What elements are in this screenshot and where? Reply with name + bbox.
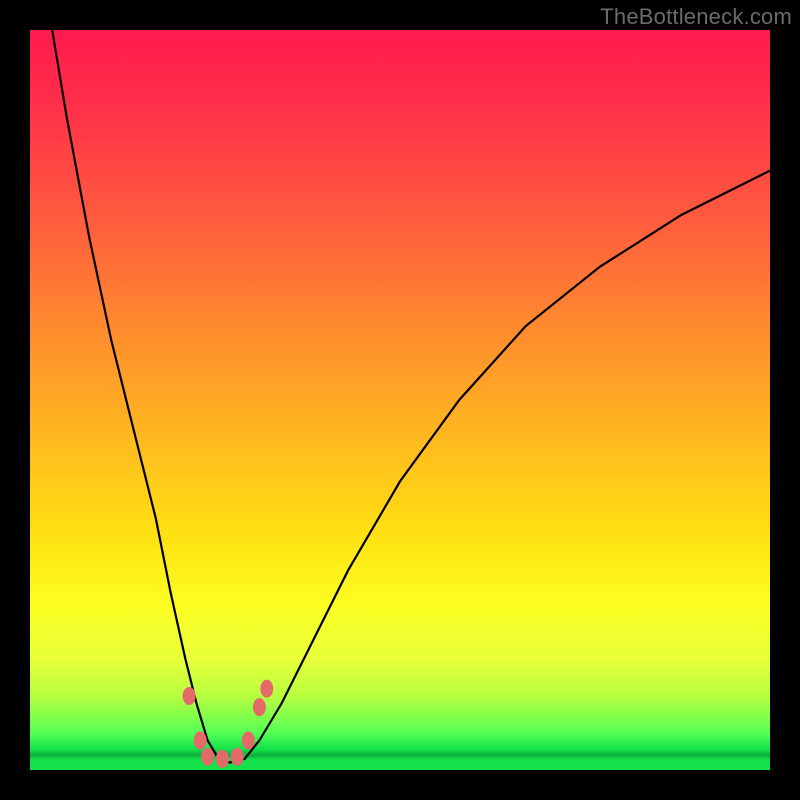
bottleneck-curve xyxy=(52,30,770,763)
curve-marker xyxy=(253,698,266,716)
curve-markers xyxy=(183,680,274,768)
curve-marker xyxy=(242,731,255,749)
curve-marker xyxy=(260,680,273,698)
curve-marker xyxy=(231,748,244,766)
chart-svg xyxy=(30,30,770,770)
figure-frame: TheBottleneck.com xyxy=(0,0,800,800)
watermark-text: TheBottleneck.com xyxy=(600,4,792,30)
plot-area xyxy=(30,30,770,770)
curve-marker xyxy=(216,750,229,768)
curve-marker xyxy=(201,748,214,766)
curve-marker xyxy=(183,687,196,705)
curve-marker xyxy=(194,731,207,749)
